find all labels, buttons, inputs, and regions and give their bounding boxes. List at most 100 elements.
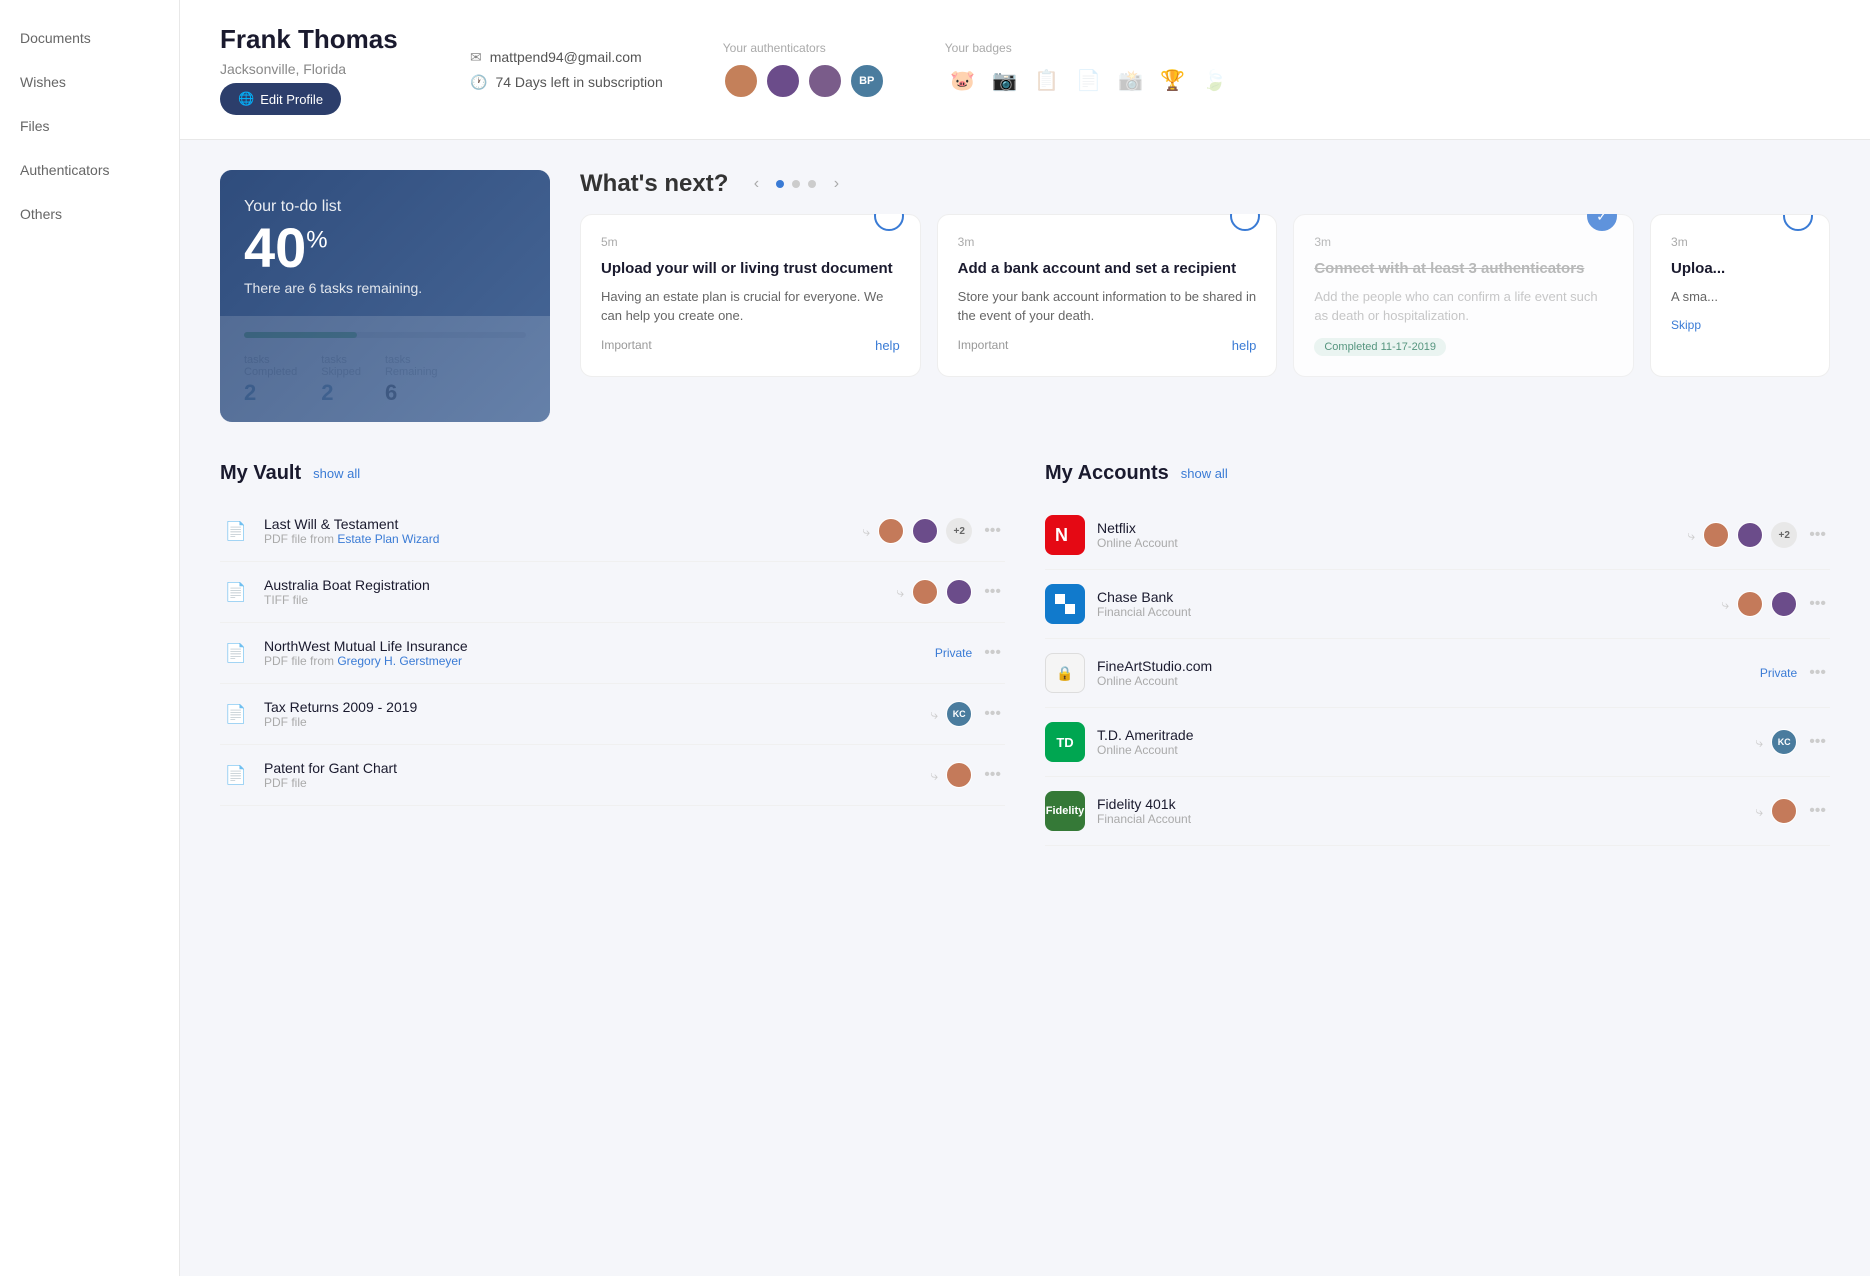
account-actions-chase: ⤷ ••• [1721,591,1830,617]
task-desc-4: A sma... [1671,287,1809,307]
task-footer-2: Important help [958,338,1257,353]
account-logo-fineart: 🔒 [1045,653,1085,693]
vault-item-3: 📄 NorthWest Mutual Life Insurance PDF fi… [220,623,1005,684]
accounts-show-all[interactable]: show all [1181,466,1228,481]
sidebar-item-files[interactable]: Files [0,108,179,144]
sidebar-item-documents[interactable]: Documents [0,20,179,56]
authenticator-avatar-1[interactable] [723,63,759,99]
vault-link-3[interactable]: Gregory H. Gerstmeyer [337,654,462,668]
vault-avatar-2b [946,579,972,605]
carousel-next[interactable]: › [824,172,848,196]
account-share-fidelity[interactable]: ⤷ [1755,803,1763,820]
task-card-1: 5m Upload your will or living trust docu… [580,214,921,377]
task-time-2: 3m [958,235,1257,249]
profile-meta: ✉ mattpend94@gmail.com 🕐 74 Days left in… [470,49,663,91]
vault-icon-4: 📄 [220,698,252,730]
account-dots-netflix[interactable]: ••• [1805,526,1830,544]
badge-doc: 📄 [1071,63,1107,99]
account-avatar-fa [1771,798,1797,824]
vault-share-icon-4[interactable]: ⤷ [930,706,938,723]
accounts-title: My Accounts [1045,462,1169,485]
vault-dots-5[interactable]: ••• [980,766,1005,784]
vault-show-all[interactable]: show all [313,466,360,481]
edit-profile-button[interactable]: 🌐 Edit Profile [220,83,341,115]
whats-next-header: What's next? ‹ › [580,170,1830,198]
accounts-section: My Accounts show all N Netflix Online Ac… [1045,462,1830,846]
task-importance-2: Important [958,338,1009,352]
sidebar-item-wishes[interactable]: Wishes [0,64,179,100]
account-type-tdameritrade: Online Account [1097,743,1743,757]
task-circle-2[interactable] [1230,214,1260,231]
badges-section: Your badges 🐷 📷 📋 📄 📸 🏆 🍃 [945,41,1233,99]
account-dots-fidelity[interactable]: ••• [1805,802,1830,820]
email-value: mattpend94@gmail.com [490,49,642,65]
account-logo-chase [1045,584,1085,624]
account-dots-fineart[interactable]: ••• [1805,664,1830,682]
task-title-4: Uploa... [1671,259,1809,279]
vault-share-icon-2[interactable]: ⤷ [896,584,904,601]
vault-avatar-1a [878,518,904,544]
task-desc-2: Store your bank account information to b… [958,287,1257,326]
task-title-1: Upload your will or living trust documen… [601,259,900,279]
authenticator-avatar-3[interactable] [807,63,843,99]
task-help-2[interactable]: help [1232,338,1257,353]
account-share-tdameritrade[interactable]: ⤷ [1755,734,1763,751]
account-logo-tdameritrade: TD [1045,722,1085,762]
badge-trophy: 🏆 [1155,63,1191,99]
vault-dots-2[interactable]: ••• [980,583,1005,601]
vault-icon-2: 📄 [220,576,252,608]
vault-info-2: Australia Boat Registration TIFF file [264,577,884,607]
vault-dots-4[interactable]: ••• [980,705,1005,723]
sidebar-item-others[interactable]: Others [0,196,179,232]
vault-sub-4: PDF file [264,715,918,729]
vault-info-5: Patent for Gant Chart PDF file [264,760,918,790]
todo-remaining-text: There are 6 tasks remaining. [244,280,526,296]
vault-title: My Vault [220,462,301,485]
task-desc-1: Having an estate plan is crucial for eve… [601,287,900,326]
todo-percent: 40% [244,220,526,276]
badges-label: Your badges [945,41,1233,55]
vault-name-1: Last Will & Testament [264,516,850,532]
account-share-chase[interactable]: ⤷ [1721,596,1729,613]
account-share-netflix[interactable]: ⤷ [1687,527,1695,544]
account-type-fineart: Online Account [1097,674,1748,688]
vault-private-3[interactable]: Private [935,646,972,660]
vault-icon-5: 📄 [220,759,252,791]
account-avatar-na [1703,522,1729,548]
account-dots-tdameritrade[interactable]: ••• [1805,733,1830,751]
todo-card: Your to-do list 40% There are 6 tasks re… [220,170,550,422]
sidebar: Documents Wishes Files Authenticators Ot… [0,0,180,1276]
badges-row: 🐷 📷 📋 📄 📸 🏆 🍃 [945,63,1233,99]
vault-link-1[interactable]: Estate Plan Wizard [337,532,439,546]
sidebar-item-authenticators[interactable]: Authenticators [0,152,179,188]
vault-avatar-5a [946,762,972,788]
task-time-4: 3m [1671,235,1809,249]
carousel-dot-2[interactable] [792,180,800,188]
vault-info-3: NorthWest Mutual Life Insurance PDF file… [264,638,923,668]
task-cards-container: 5m Upload your will or living trust docu… [580,214,1830,377]
task-circle-1[interactable] [874,214,904,231]
account-private-fineart[interactable]: Private [1760,666,1797,680]
whats-next-section: What's next? ‹ › 5m Upload your will [580,170,1830,377]
account-item-tdameritrade: TD T.D. Ameritrade Online Account ⤷ KC •… [1045,708,1830,777]
vault-share-icon-1[interactable]: ⤷ [862,523,870,540]
account-plus-netflix: +2 [1771,522,1797,548]
vault-dots-3[interactable]: ••• [980,644,1005,662]
carousel-prev[interactable]: ‹ [744,172,768,196]
authenticator-avatar-2[interactable] [765,63,801,99]
account-type-chase: Financial Account [1097,605,1709,619]
carousel-dot-3[interactable] [808,180,816,188]
vault-item-4: 📄 Tax Returns 2009 - 2019 PDF file ⤷ KC … [220,684,1005,745]
account-logo-netflix: N [1045,515,1085,555]
authenticator-avatar-4[interactable]: BP [849,63,885,99]
task-help-1[interactable]: help [875,338,900,353]
vault-share-icon-5[interactable]: ⤷ [930,767,938,784]
task-time-1: 5m [601,235,900,249]
account-type-fidelity: Financial Account [1097,812,1743,826]
task-skip-4[interactable]: Skipp [1671,318,1701,332]
account-dots-chase[interactable]: ••• [1805,595,1830,613]
badge-photo: 📸 [1113,63,1149,99]
vault-dots-1[interactable]: ••• [980,522,1005,540]
carousel-dot-1[interactable] [776,180,784,188]
task-circle-4[interactable] [1783,214,1813,231]
